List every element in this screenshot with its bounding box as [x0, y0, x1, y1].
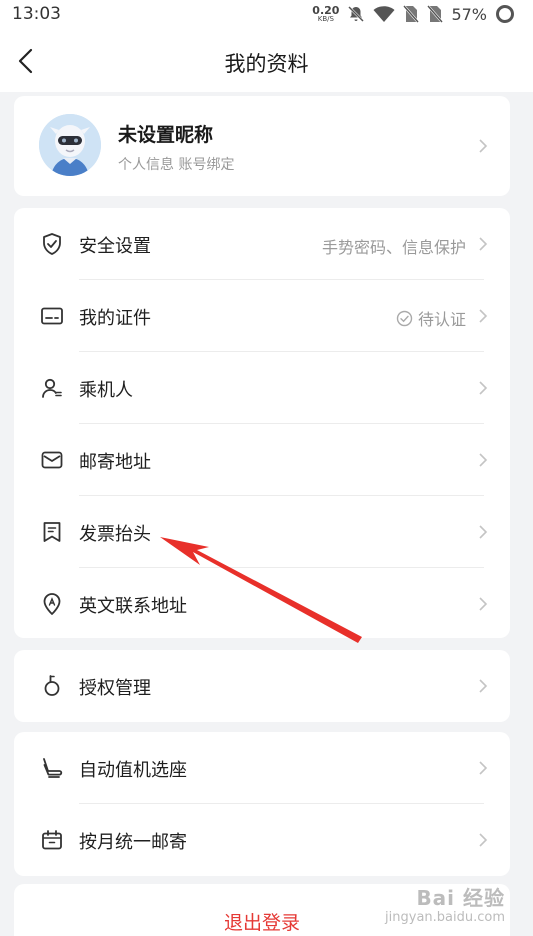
- check-circle-icon: [396, 310, 413, 326]
- envelope-icon: [41, 451, 63, 469]
- watermark: Bai 经验 jingyan.baidu.com: [385, 886, 505, 926]
- row-label: 按月统一邮寄: [79, 832, 187, 853]
- page-title: 我的资料: [224, 52, 309, 76]
- chevron-right-icon: [479, 237, 488, 251]
- chevron-right-icon: [479, 597, 488, 611]
- network-speed: 0.20 KB/S: [312, 5, 339, 23]
- row-label: 我的证件: [79, 308, 151, 329]
- no-sim-icon-2: [427, 5, 444, 23]
- row-value: 待认证: [396, 306, 466, 330]
- battery-percent: 57%: [451, 4, 487, 24]
- bookmark-icon: [43, 522, 61, 542]
- chevron-right-icon: [479, 139, 488, 153]
- row-label: 乘机人: [79, 380, 133, 401]
- row-label: 发票抬头: [79, 524, 151, 545]
- passenger-row[interactable]: 乘机人: [14, 352, 510, 424]
- settings-group-3: 自动值机选座 按月统一邮寄: [14, 732, 510, 876]
- row-label: 英文联系地址: [79, 596, 187, 617]
- verification-status: 待认证: [417, 310, 466, 329]
- watermark-brand: Bai 经验: [416, 886, 505, 910]
- no-sim-icon: [403, 5, 420, 23]
- nickname: 未设置昵称: [118, 124, 214, 146]
- avatar-astronaut-icon: [39, 114, 101, 176]
- avatar[interactable]: [39, 114, 101, 176]
- bell-off-icon: [348, 6, 365, 22]
- authorize-icon: [44, 675, 60, 696]
- calendar-box-icon: [42, 830, 62, 850]
- row-label: 邮寄地址: [79, 452, 151, 473]
- row-label: 自动值机选座: [79, 760, 187, 781]
- invoice-title-row[interactable]: 发票抬头: [14, 496, 510, 568]
- id-card-icon: [41, 307, 63, 325]
- chevron-right-icon: [479, 679, 488, 693]
- passenger-icon: [42, 378, 62, 398]
- watermark-url: jingyan.baidu.com: [385, 910, 505, 925]
- settings-group-1: 安全设置 手势密码、信息保护 我的证件 待认证 乘机人 邮寄地址 发票抬头 英文…: [14, 208, 510, 638]
- status-icons: 0.20 KB/S 57%: [312, 3, 515, 25]
- chevron-right-icon: [479, 453, 488, 467]
- chevron-right-icon: [479, 525, 488, 539]
- battery-icon: [496, 5, 514, 23]
- row-label: 授权管理: [79, 678, 151, 699]
- wifi-icon: [373, 6, 395, 22]
- monthly-mailing-row[interactable]: 按月统一邮寄: [14, 804, 510, 876]
- network-speed-unit: KB/S: [317, 15, 334, 23]
- chevron-right-icon: [479, 761, 488, 775]
- my-documents-row[interactable]: 我的证件 待认证: [14, 280, 510, 352]
- profile-card[interactable]: 未设置昵称 个人信息 账号绑定: [14, 96, 510, 196]
- row-label: 安全设置: [79, 236, 151, 257]
- mailing-address-row[interactable]: 邮寄地址: [14, 424, 510, 496]
- status-bar: 13:03 0.20 KB/S 57%: [0, 0, 533, 30]
- chevron-right-icon: [479, 381, 488, 395]
- security-settings-row[interactable]: 安全设置 手势密码、信息保护: [14, 208, 510, 280]
- status-time: 13:03: [12, 4, 61, 24]
- english-contact-address-row[interactable]: 英文联系地址: [14, 568, 510, 640]
- location-a-icon: [43, 593, 61, 615]
- row-value: 手势密码、信息保护: [322, 234, 466, 258]
- nav-bar: 我的资料: [0, 30, 533, 92]
- settings-group-2: 授权管理: [14, 650, 510, 722]
- authorization-management-row[interactable]: 授权管理: [14, 650, 510, 722]
- chevron-right-icon: [479, 309, 488, 323]
- chevron-right-icon: [479, 833, 488, 847]
- auto-checkin-row[interactable]: 自动值机选座: [14, 732, 510, 804]
- seat-icon: [43, 758, 63, 778]
- profile-subtitle: 个人信息 账号绑定: [118, 157, 235, 173]
- shield-icon: [43, 233, 61, 255]
- security-value-text: 手势密码、信息保护: [321, 238, 466, 257]
